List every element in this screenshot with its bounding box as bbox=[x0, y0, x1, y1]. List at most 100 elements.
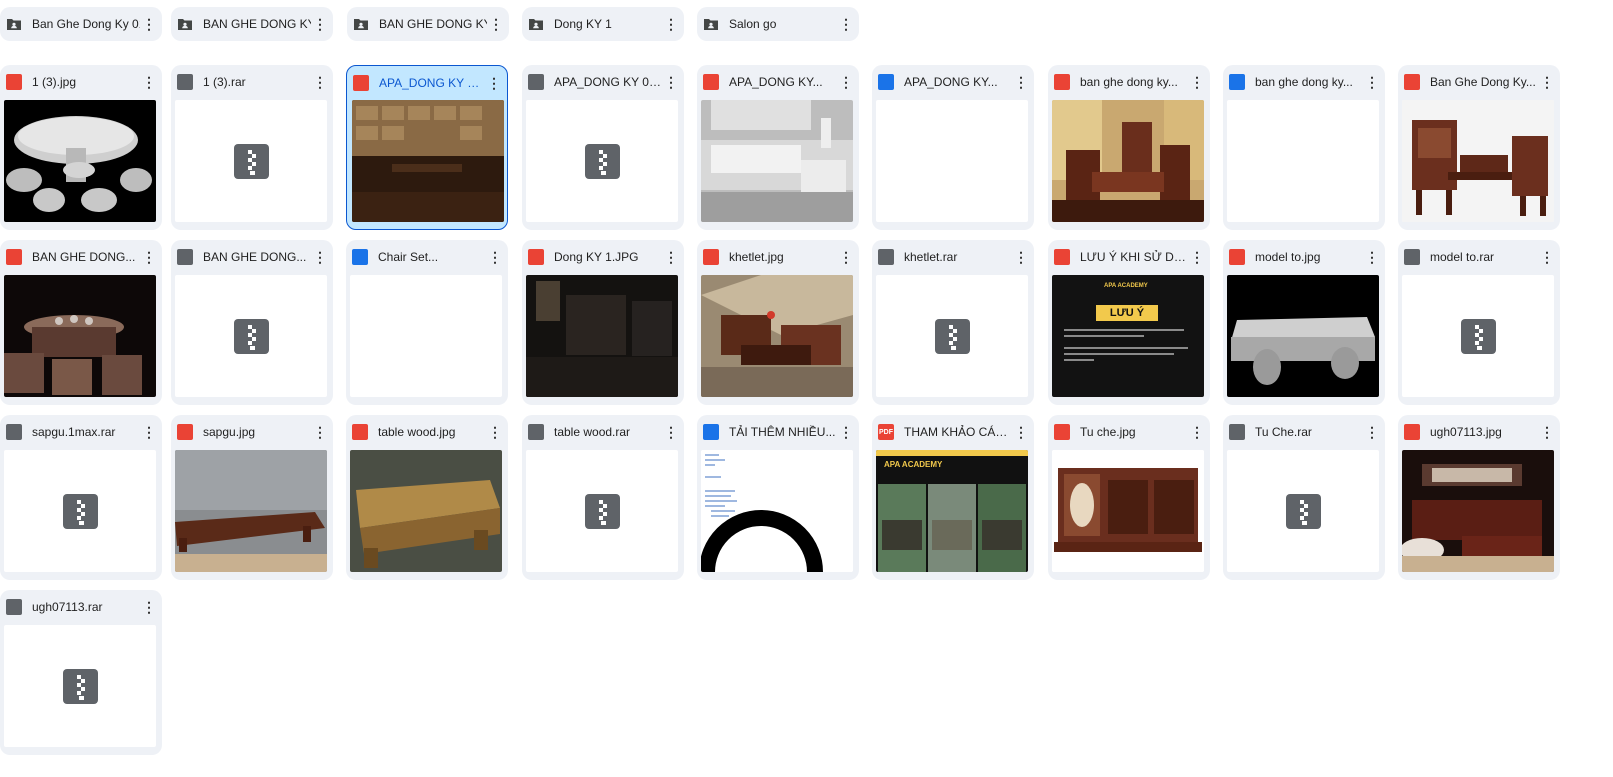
file-card[interactable]: ban ghe dong ky... ⋮ bbox=[1223, 65, 1385, 230]
file-name: BAN GHE DONG... bbox=[32, 250, 136, 264]
shared-folder-icon bbox=[354, 19, 368, 30]
file-card-selected[interactable]: APA_DONG KY 01.jpg⋮ bbox=[346, 65, 508, 230]
more-options-icon[interactable]: ⋮ bbox=[1363, 248, 1381, 266]
archive-file-icon bbox=[878, 249, 894, 265]
file-thumbnail bbox=[350, 275, 502, 397]
more-options-icon[interactable]: ⋮ bbox=[311, 15, 329, 33]
file-thumbnail bbox=[1402, 450, 1554, 572]
more-options-icon[interactable]: ⋮ bbox=[837, 73, 855, 91]
file-thumbnail bbox=[526, 100, 678, 222]
file-card[interactable]: BAN GHE DONG... ⋮ bbox=[0, 240, 162, 405]
file-name: khetlet.jpg bbox=[729, 250, 784, 264]
file-card[interactable]: ban ghe dong ky... ⋮ bbox=[1048, 65, 1210, 230]
file-thumbnail bbox=[1227, 275, 1379, 397]
more-options-icon[interactable]: ⋮ bbox=[486, 423, 504, 441]
file-card[interactable]: khetlet.rar ⋮ bbox=[872, 240, 1034, 405]
image-file-icon bbox=[528, 249, 544, 265]
file-card[interactable]: APA_DONG KY... ⋮ bbox=[872, 65, 1034, 230]
more-options-icon[interactable]: ⋮ bbox=[140, 598, 158, 616]
file-name: table wood.jpg bbox=[378, 425, 456, 439]
more-options-icon[interactable]: ⋮ bbox=[311, 248, 329, 266]
file-name: model to.rar bbox=[1430, 250, 1495, 264]
more-options-icon[interactable]: ⋮ bbox=[311, 73, 329, 91]
file-card[interactable]: Chair Set... ⋮ bbox=[346, 240, 508, 405]
zip-icon bbox=[63, 494, 98, 529]
more-options-icon[interactable]: ⋮ bbox=[1538, 423, 1556, 441]
file-card[interactable]: model to.rar ⋮ bbox=[1398, 240, 1560, 405]
file-name: APA_DONG KY... bbox=[729, 75, 823, 89]
more-options-icon[interactable]: ⋮ bbox=[140, 15, 158, 33]
notice-banner: LƯU Ý bbox=[1096, 305, 1158, 321]
image-file-icon bbox=[1054, 249, 1070, 265]
more-options-icon[interactable]: ⋮ bbox=[311, 423, 329, 441]
file-card[interactable]: PDF THAM KHẢO CÁC... ⋮ APA ACADEMY bbox=[872, 415, 1034, 580]
archive-file-icon bbox=[528, 74, 544, 90]
more-options-icon[interactable]: ⋮ bbox=[487, 15, 505, 33]
file-card[interactable]: LƯU Ý KHI SỬ DỤN...⋮ APA ACADEMY LƯU Ý bbox=[1048, 240, 1210, 405]
document-file-icon bbox=[1229, 74, 1245, 90]
file-name: khetlet.rar bbox=[904, 250, 958, 264]
more-options-icon[interactable]: ⋮ bbox=[1012, 423, 1030, 441]
more-options-icon[interactable]: ⋮ bbox=[1188, 423, 1206, 441]
file-card[interactable]: khetlet.jpg ⋮ bbox=[697, 240, 859, 405]
file-card[interactable]: Tu Che.rar ⋮ bbox=[1223, 415, 1385, 580]
more-options-icon[interactable]: ⋮ bbox=[662, 248, 680, 266]
file-card[interactable]: table wood.rar ⋮ bbox=[522, 415, 684, 580]
file-card[interactable]: 1 (3).rar ⋮ bbox=[171, 65, 333, 230]
folder-item[interactable]: BAN GHE DONG KYa ⋮ bbox=[347, 7, 509, 41]
zip-icon bbox=[585, 144, 620, 179]
more-options-icon[interactable]: ⋮ bbox=[140, 423, 158, 441]
file-card[interactable]: table wood.jpg ⋮ bbox=[346, 415, 508, 580]
more-options-icon[interactable]: ⋮ bbox=[837, 15, 855, 33]
more-options-icon[interactable]: ⋮ bbox=[140, 248, 158, 266]
more-options-icon[interactable]: ⋮ bbox=[1538, 73, 1556, 91]
more-options-icon[interactable]: ⋮ bbox=[1538, 248, 1556, 266]
file-name: APA_DONG KY... bbox=[904, 75, 998, 89]
more-options-icon[interactable]: ⋮ bbox=[662, 15, 680, 33]
folder-item[interactable]: BAN GHE DONG KY2 ⋮ bbox=[171, 7, 333, 41]
folder-item[interactable]: Salon go ⋮ bbox=[697, 7, 859, 41]
more-options-icon[interactable]: ⋮ bbox=[1012, 248, 1030, 266]
file-card[interactable]: APA_DONG KY 01.rar ⋮ bbox=[522, 65, 684, 230]
file-card[interactable]: Dong KY 1.JPG ⋮ bbox=[522, 240, 684, 405]
more-options-icon[interactable]: ⋮ bbox=[140, 73, 158, 91]
file-name: Chair Set... bbox=[378, 250, 439, 264]
more-options-icon[interactable]: ⋮ bbox=[1012, 73, 1030, 91]
zip-icon bbox=[585, 494, 620, 529]
file-card[interactable]: Ban Ghe Dong Ky... ⋮ bbox=[1398, 65, 1560, 230]
more-options-icon[interactable]: ⋮ bbox=[662, 423, 680, 441]
more-options-icon[interactable]: ⋮ bbox=[1363, 423, 1381, 441]
more-options-icon[interactable]: ⋮ bbox=[1188, 248, 1206, 266]
more-options-icon[interactable]: ⋮ bbox=[485, 74, 503, 92]
file-thumbnail bbox=[701, 275, 853, 397]
file-card[interactable]: TẢI THÊM NHIỀU... ⋮ bbox=[697, 415, 859, 580]
more-options-icon[interactable]: ⋮ bbox=[662, 73, 680, 91]
file-thumbnail: APA ACADEMY bbox=[876, 450, 1028, 572]
more-options-icon[interactable]: ⋮ bbox=[1188, 73, 1206, 91]
image-file-icon bbox=[353, 75, 369, 91]
logo-text: APA ACADEMY bbox=[1104, 283, 1148, 289]
file-card[interactable]: model to.jpg ⋮ bbox=[1223, 240, 1385, 405]
folder-item[interactable]: Dong KY 1 ⋮ bbox=[522, 7, 684, 41]
archive-file-icon bbox=[528, 424, 544, 440]
more-options-icon[interactable]: ⋮ bbox=[486, 248, 504, 266]
file-card[interactable]: ugh07113.rar ⋮ bbox=[0, 590, 162, 755]
file-thumbnail bbox=[4, 450, 156, 572]
file-card[interactable]: Tu che.jpg ⋮ bbox=[1048, 415, 1210, 580]
file-card[interactable]: ugh07113.jpg ⋮ bbox=[1398, 415, 1560, 580]
file-name: Ban Ghe Dong Ky... bbox=[1430, 75, 1536, 89]
folder-item[interactable]: Ban Ghe Dong Ky 01 ⋮ bbox=[0, 7, 162, 41]
more-options-icon[interactable]: ⋮ bbox=[1363, 73, 1381, 91]
file-card[interactable]: sapgu.jpg ⋮ bbox=[171, 415, 333, 580]
file-card[interactable]: 1 (3).jpg ⋮ bbox=[0, 65, 162, 230]
more-options-icon[interactable]: ⋮ bbox=[837, 248, 855, 266]
file-card[interactable]: BAN GHE DONG... ⋮ bbox=[171, 240, 333, 405]
zip-icon bbox=[1286, 494, 1321, 529]
zip-icon bbox=[63, 669, 98, 704]
file-thumbnail bbox=[1227, 450, 1379, 572]
file-card[interactable]: APA_DONG KY... ⋮ bbox=[697, 65, 859, 230]
file-thumbnail bbox=[701, 450, 853, 572]
more-options-icon[interactable]: ⋮ bbox=[837, 423, 855, 441]
file-card[interactable]: sapgu.1max.rar ⋮ bbox=[0, 415, 162, 580]
file-name: 1 (3).jpg bbox=[32, 75, 77, 89]
